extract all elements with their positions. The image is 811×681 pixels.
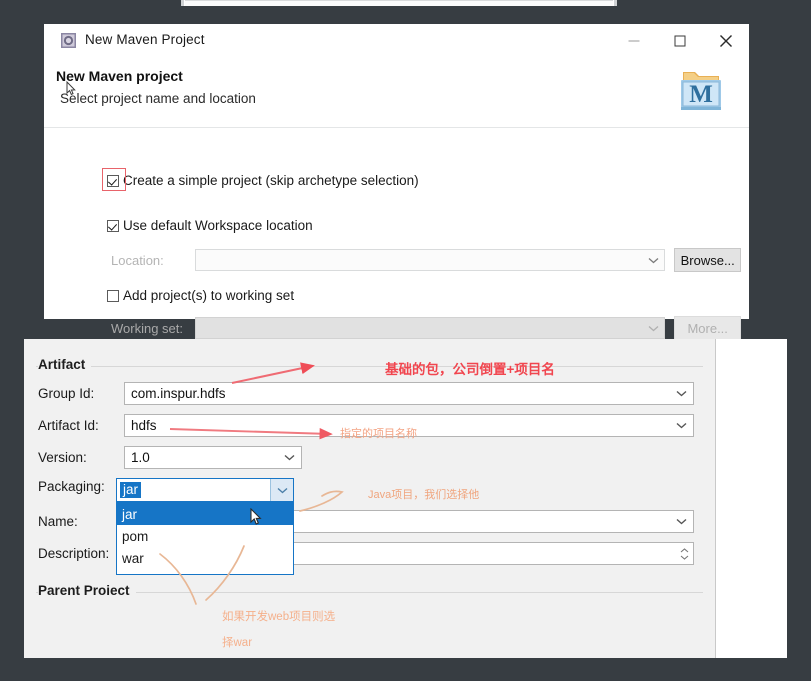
annotation-group-id: 基础的包，公司倒置+项目名 bbox=[385, 362, 555, 377]
artifact-id-label: Artifact Id: bbox=[38, 418, 99, 433]
checkbox-icon-unchecked[interactable] bbox=[107, 289, 119, 302]
background-window-edge bbox=[181, 0, 617, 6]
wizard-subtitle: Select project name and location bbox=[60, 91, 256, 106]
dialog-title: New Maven Project bbox=[85, 32, 205, 47]
chevron-down-icon[interactable] bbox=[669, 415, 693, 436]
minimize-icon bbox=[628, 40, 640, 41]
chevron-down-icon[interactable] bbox=[642, 250, 664, 270]
annotation-packaging: Java项目，我们选择他 bbox=[368, 489, 480, 501]
row-location: Location: Browse... bbox=[111, 248, 741, 272]
wizard-header: New Maven project Select project name an… bbox=[44, 57, 749, 127]
dropdown-option-pom[interactable]: pom bbox=[117, 525, 293, 547]
minimize-button[interactable] bbox=[611, 24, 657, 57]
checkbox-add-to-working-set[interactable]: Add project(s) to working set bbox=[107, 288, 294, 303]
chevron-down-icon[interactable] bbox=[277, 447, 301, 468]
artifact-group-label: Artifact bbox=[38, 357, 92, 372]
background-window-edge-left bbox=[181, 0, 184, 6]
row-group-id: Group Id: com.inspur.hdfs bbox=[38, 382, 698, 405]
checkbox-icon-checked[interactable] bbox=[107, 219, 119, 232]
annotation-war-line1: 如果开发web项目则选 bbox=[222, 611, 336, 623]
maximize-button[interactable] bbox=[657, 24, 703, 57]
dialog-titlebar: New Maven Project bbox=[44, 24, 749, 57]
dropdown-option-war[interactable]: war bbox=[117, 547, 293, 569]
checkbox-create-simple-project[interactable]: Create a simple project (skip archetype … bbox=[107, 173, 419, 188]
checkbox-label: Add project(s) to working set bbox=[123, 288, 295, 303]
maven-window-icon bbox=[60, 32, 77, 49]
checkbox-label: Use default Workspace location bbox=[123, 218, 313, 233]
working-set-label: Working set: bbox=[111, 320, 184, 336]
location-label: Location: bbox=[111, 252, 164, 268]
more-button[interactable]: More... bbox=[674, 316, 741, 340]
highlight-rect-simple-project bbox=[102, 168, 126, 191]
version-input[interactable]: 1.0 bbox=[124, 446, 302, 469]
chevron-down-icon[interactable] bbox=[270, 479, 293, 501]
close-button[interactable] bbox=[703, 24, 749, 57]
location-input[interactable] bbox=[195, 249, 666, 271]
packaging-label: Packaging: bbox=[38, 479, 105, 494]
chevron-down-icon[interactable] bbox=[642, 318, 664, 338]
version-value: 1.0 bbox=[131, 450, 150, 465]
parent-project-group-line bbox=[36, 592, 703, 593]
checkbox-use-default-workspace[interactable]: Use default Workspace location bbox=[107, 218, 313, 233]
new-maven-project-dialog: New Maven Project New Maven project Sele… bbox=[44, 24, 749, 340]
chevron-down-icon[interactable] bbox=[669, 383, 693, 404]
name-label: Name: bbox=[38, 514, 78, 529]
maven-logo-letter: M bbox=[689, 81, 713, 108]
background-window-edge-right bbox=[614, 0, 617, 6]
packaging-combo[interactable]: jar bbox=[116, 478, 294, 502]
group-id-value: com.inspur.hdfs bbox=[131, 386, 226, 401]
checkbox-label: Create a simple project (skip archetype … bbox=[123, 173, 419, 188]
version-label: Version: bbox=[38, 450, 87, 465]
artifact-group-line bbox=[36, 366, 703, 367]
screen-root: New Maven Project New Maven project Sele… bbox=[0, 0, 811, 681]
group-id-label: Group Id: bbox=[38, 386, 95, 401]
dialog-body: Create a simple project (skip archetype … bbox=[44, 128, 749, 340]
row-version: Version: 1.0 bbox=[38, 446, 302, 469]
group-id-input[interactable]: com.inspur.hdfs bbox=[124, 382, 694, 405]
background-window-strip bbox=[185, 0, 613, 6]
description-label: Description: bbox=[38, 546, 110, 561]
mouse-cursor-upper bbox=[66, 80, 77, 96]
row-working-set: Working set: More... bbox=[111, 316, 741, 340]
packaging-dropdown-list[interactable]: jar pom war bbox=[116, 502, 294, 575]
parent-project-group-label: Parent Proiect bbox=[38, 583, 136, 598]
annotation-artifact-id: 指定的项目名称 bbox=[340, 428, 417, 440]
spinner-icon[interactable] bbox=[675, 543, 693, 564]
maximize-icon bbox=[674, 35, 686, 46]
dropdown-list-padding bbox=[117, 569, 293, 574]
annotation-war-line2: 择war bbox=[222, 637, 253, 649]
packaging-selected-value: jar bbox=[120, 482, 142, 498]
browse-button[interactable]: Browse... bbox=[674, 248, 741, 272]
mouse-cursor-dropdown bbox=[250, 507, 263, 526]
row-packaging: Packaging: bbox=[38, 479, 124, 494]
dropdown-option-jar[interactable]: jar bbox=[117, 503, 293, 525]
dialog-right-margin bbox=[716, 339, 787, 658]
maven-folder-logo: M bbox=[675, 62, 727, 114]
close-icon bbox=[719, 34, 733, 48]
working-set-input[interactable] bbox=[195, 317, 666, 339]
chevron-down-icon[interactable] bbox=[669, 511, 693, 532]
